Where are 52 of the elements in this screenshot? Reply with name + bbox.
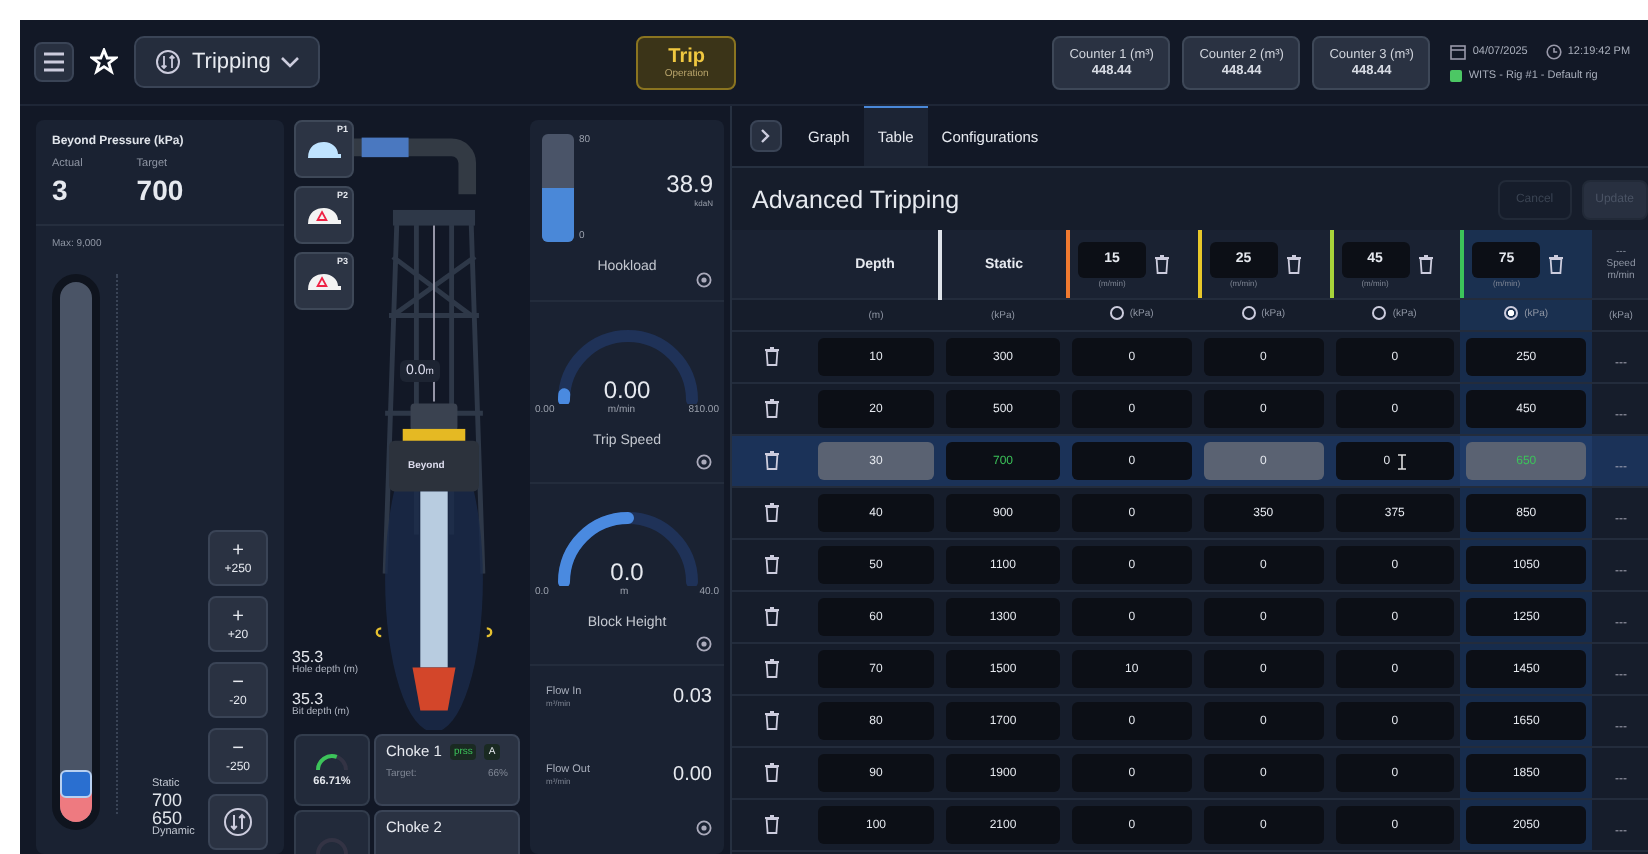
menu-button[interactable] [34,42,74,82]
trash-icon[interactable] [764,657,780,677]
trash-icon[interactable] [764,709,780,729]
trash-icon[interactable] [1548,254,1565,274]
flow-value: 0.00 [673,764,712,786]
radio-button[interactable] [1504,306,1519,320]
trash-icon[interactable] [1285,254,1302,274]
radio-button[interactable] [1241,306,1256,320]
radio-button[interactable] [1109,306,1124,320]
warning-helmet-icon [306,271,342,291]
star-logo-icon [90,48,118,76]
swap-button[interactable] [208,794,268,850]
trash-icon[interactable] [764,761,780,781]
trash-icon[interactable] [764,397,780,417]
gauge-value: 38.9 [666,169,713,197]
helmet-icon [306,139,342,159]
target-icon[interactable] [696,820,712,836]
trash-icon[interactable] [1417,254,1433,274]
trash-icon[interactable] [764,501,780,521]
gauge-value: 0.0 [608,558,646,586]
flow-value: 0.03 [673,686,712,708]
static-value: 700 [152,791,185,809]
mode-dropdown[interactable]: Tripping [134,36,321,88]
clock-icon [1545,43,1562,59]
radio-button[interactable] [1372,306,1387,320]
trash-icon[interactable] [764,449,780,469]
expand-button[interactable] [750,120,782,152]
actual-value: 3 [52,174,70,206]
trash-icon[interactable] [764,345,780,365]
warning-helmet-icon [306,205,342,225]
trash-icon[interactable] [764,605,780,625]
up-down-arrows-icon [154,48,182,76]
chevron-down-icon [280,56,301,68]
table-title: Advanced Tripping [752,185,962,213]
chevron-right-icon [760,128,772,144]
trash-icon[interactable] [1154,254,1170,274]
bit-depth-value: 35.3 [292,689,324,708]
gauge-value: 0.00 [601,376,653,404]
up-down-arrows-icon [222,806,254,838]
target-icon[interactable] [696,272,712,288]
calendar-icon [1450,43,1467,59]
target-icon[interactable] [696,636,712,652]
text-cursor-icon [1398,453,1407,469]
trash-icon[interactable] [764,813,780,833]
target-value: 700 [136,174,184,206]
menu-icon [42,52,66,72]
hole-depth-value: 35.3 [292,648,324,666]
trash-icon[interactable] [764,553,780,573]
slider-thumb[interactable] [60,770,92,799]
pressure-slider[interactable] [52,274,100,830]
target-icon[interactable] [696,454,712,470]
dynamic-value: 650 [152,809,183,827]
